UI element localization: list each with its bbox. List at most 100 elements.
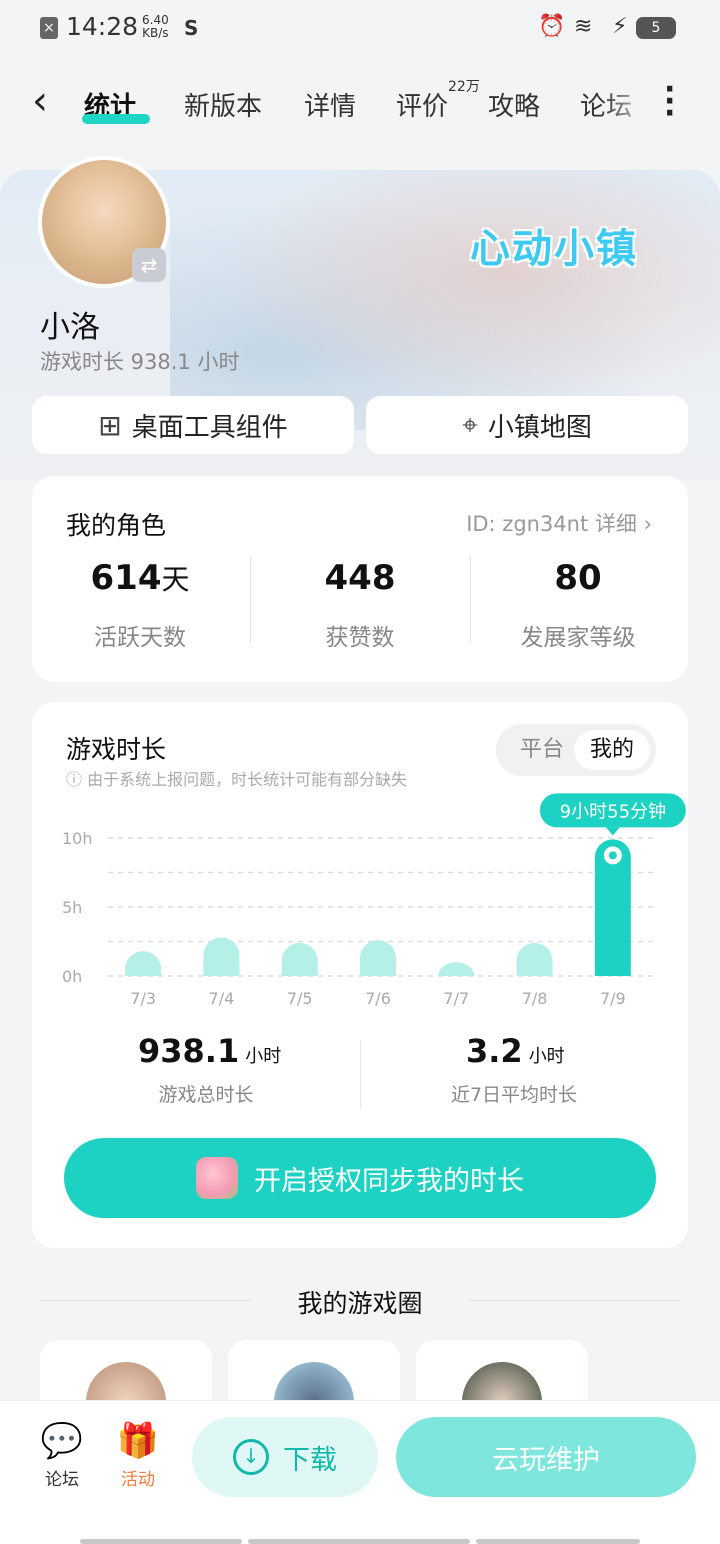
divider	[470, 556, 471, 642]
total-playtime-value: 938.1	[138, 1032, 240, 1070]
tab-underline	[82, 114, 150, 124]
game-circle-title: 我的游戏圈	[297, 1289, 423, 1318]
stat-likes: 448	[324, 558, 396, 598]
y-tick-label: 5h	[62, 898, 82, 917]
home-indicator	[248, 1539, 470, 1544]
sync-playtime-button[interactable]: 开启授权同步我的时长	[64, 1138, 656, 1218]
avg-playtime-value: 3.2	[466, 1032, 523, 1070]
toggle-platform[interactable]: 平台	[504, 730, 580, 770]
playtime-card: 游戏时长 平台 我的 ⓘ 由于系统上报问题，时长统计可能有部分缺失 10h 5h 0…	[32, 702, 688, 1248]
tab-new-version[interactable]: 新版本	[184, 86, 262, 123]
tab-details[interactable]: 详情	[304, 86, 356, 123]
stat-active-days: 614天	[40, 558, 240, 598]
x-tick-label: 7/8	[522, 989, 548, 1008]
stat-active-days-value: 614	[90, 558, 162, 598]
battery-icon: 5	[636, 17, 676, 39]
y-tick-label: 10h	[62, 829, 93, 848]
town-map-button[interactable]: ⌖ 小镇地图	[366, 396, 688, 454]
chart-bar	[203, 937, 240, 976]
chart-bar	[125, 951, 162, 976]
network-speed: 6.40 KB/s	[142, 14, 169, 40]
home-indicator	[476, 1539, 640, 1544]
avg-playtime: 3.2 小时	[466, 1032, 565, 1070]
top-nav: ‹ 统计 新版本 详情 评价 22万 攻略 论坛 ···	[0, 56, 720, 160]
stat-active-days-unit: 天	[161, 563, 190, 596]
stat-active-days-label: 活跃天数	[94, 625, 186, 651]
chart-bar	[360, 940, 397, 976]
game-app-icon	[196, 1157, 238, 1199]
chart-bar	[281, 942, 318, 976]
username: 小洛	[40, 310, 100, 345]
playtime-chart: 10h 5h 0h 7/3 7/4 7/5 7/6 7/7 7/8 7/9 9小时55分钟	[62, 793, 686, 1008]
town-map-button-label: 小镇地图	[487, 412, 592, 443]
bottom-action-bar: 💬 论坛 🎁 活动 ↓ 下载 云玩维护	[0, 1400, 720, 1544]
x-tick-label: 7/7	[443, 989, 469, 1008]
data-missing-note-text: 由于系统上报问题，时长统计可能有部分缺失	[87, 770, 408, 789]
role-card-title: 我的角色	[66, 511, 167, 540]
playtime-card-title: 游戏时长	[66, 735, 167, 764]
avg-playtime-unit: 小时	[528, 1046, 565, 1067]
total-playtime-unit: 小时	[245, 1046, 282, 1067]
switch-account-icon[interactable]: ⇄	[132, 248, 166, 282]
notification-x-icon: ×	[40, 17, 58, 39]
total-playtime-label: 游戏总时长	[158, 1084, 254, 1106]
download-button-label: 下载	[283, 1444, 337, 1476]
stat-likes-label: 获赞数	[325, 625, 395, 651]
game-logo: 心动小镇	[470, 226, 638, 272]
divider	[250, 556, 251, 642]
highlight-tooltip-label: 9小时55分钟	[560, 801, 666, 822]
chart-bar	[438, 962, 475, 976]
avg-playtime-label: 近7日平均时长	[450, 1084, 578, 1106]
highlight-tooltip-arrow	[605, 827, 620, 836]
download-button[interactable]: ↓ 下载	[192, 1417, 378, 1497]
chevron-right-icon: ›	[643, 512, 652, 536]
download-icon: ↓	[233, 1439, 269, 1475]
widget-button-label: 桌面工具组件	[131, 412, 288, 443]
wifi-icon: ≋	[574, 14, 593, 39]
toggle-mine[interactable]: 我的	[574, 730, 650, 770]
tab-reviews[interactable]: 评价	[396, 86, 448, 123]
grid-plus-icon: ⊞	[98, 408, 122, 442]
info-icon: ⓘ	[66, 770, 88, 789]
x-tick-label: 7/9	[600, 989, 626, 1008]
highlight-dot-center	[608, 851, 617, 860]
back-icon[interactable]: ‹	[32, 78, 48, 124]
status-time: 14:28	[66, 12, 139, 41]
map-pin-icon: ⌖	[462, 408, 478, 441]
y-tick-label: 0h	[62, 967, 82, 986]
activity-nav-item[interactable]: 🎁 活动	[108, 1421, 168, 1490]
profile-playtime: 游戏时长 938.1 小时	[40, 350, 240, 374]
gift-icon: 🎁	[116, 1421, 160, 1461]
tab-fade	[600, 84, 660, 124]
role-id-text: ID: zgn34nt 详细	[466, 512, 637, 536]
status-bar: × 14:28 6.40 KB/s S ⏰ ≋ ⚡ 5	[0, 0, 720, 56]
forum-nav-label: 论坛	[45, 1470, 79, 1490]
chart-bar	[516, 942, 553, 976]
more-icon[interactable]: · · ·	[664, 75, 675, 129]
x-tick-label: 7/4	[209, 989, 235, 1008]
platform-toggle: 平台 我的	[496, 724, 656, 776]
hero-artwork	[170, 170, 720, 430]
alarm-icon: ⏰	[538, 14, 566, 39]
x-tick-label: 7/5	[287, 989, 313, 1008]
x-tick-label: 7/3	[130, 989, 156, 1008]
role-id-detail-link[interactable]: ID: zgn34nt 详细 ›	[466, 508, 652, 538]
total-playtime: 938.1 小时	[138, 1032, 281, 1070]
tab-guides[interactable]: 攻略	[488, 86, 540, 123]
sync-playtime-button-label: 开启授权同步我的时长	[254, 1165, 524, 1197]
activity-nav-label: 活动	[121, 1470, 155, 1490]
forum-nav-item[interactable]: 💬 论坛	[32, 1421, 92, 1490]
home-indicator	[80, 1539, 242, 1544]
data-missing-note: ⓘ 由于系统上报问题，时长统计可能有部分缺失	[66, 766, 407, 790]
chat-icon: 💬	[40, 1421, 84, 1461]
role-card: 我的角色 ID: zgn34nt 详细 › 614天 活跃天数 448 获赞数 …	[32, 476, 688, 682]
speed-unit: KB/s	[142, 26, 169, 40]
x-tick-label: 7/6	[365, 989, 391, 1008]
stat-developer-level: 80	[554, 558, 602, 598]
cloud-play-button[interactable]: 云玩维护	[396, 1417, 696, 1497]
stat-developer-level-label: 发展家等级	[520, 625, 636, 651]
review-count-badge: 22万	[448, 79, 480, 95]
charging-icon: ⚡	[612, 14, 628, 39]
app-s-icon: S	[184, 16, 199, 40]
widget-button[interactable]: ⊞ 桌面工具组件	[32, 396, 354, 454]
